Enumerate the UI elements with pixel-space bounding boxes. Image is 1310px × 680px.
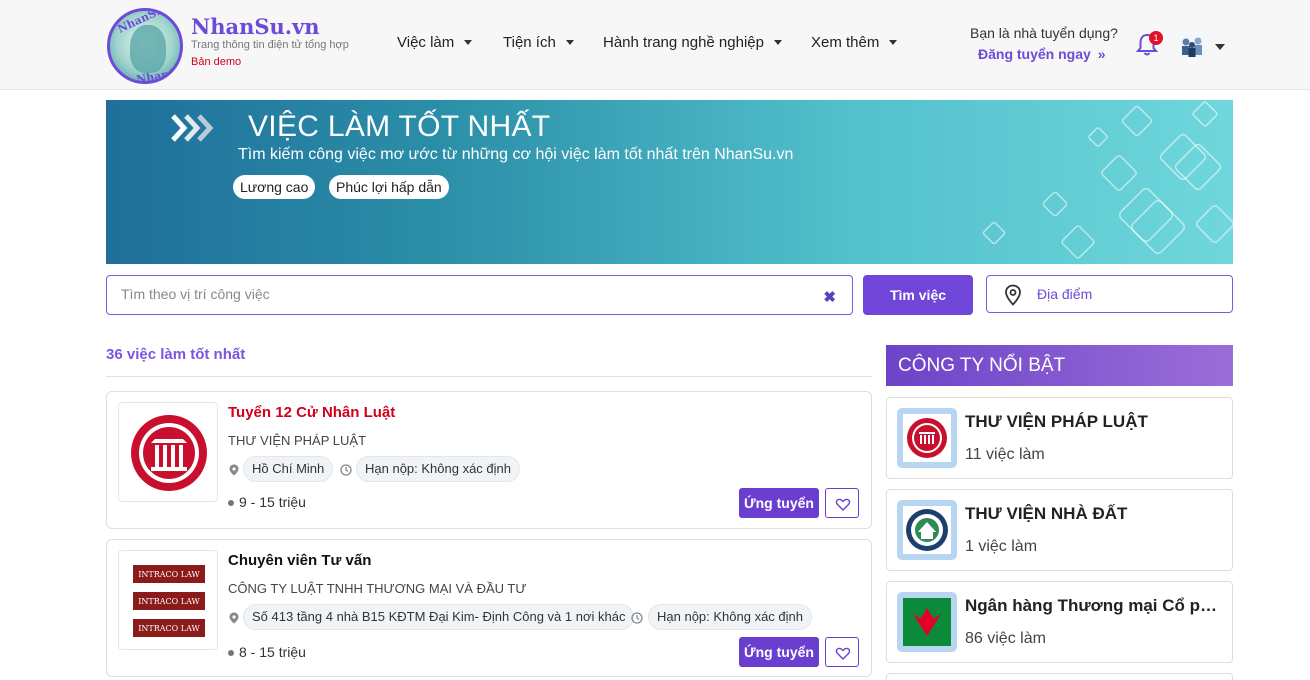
nav-label: Xem thêm <box>811 34 880 51</box>
caret-down-icon <box>464 40 473 45</box>
nav-viec-lam[interactable]: Việc làm <box>397 34 473 51</box>
nav-label: Hành trang nghề nghiệp <box>603 34 764 51</box>
banner-tag-phuc-loi[interactable]: Phúc lợi hấp dẫn <box>329 175 449 199</box>
company-name[interactable]: Ngân hàng Thương mại Cổ phần Việt Nam Th… <box>965 596 1221 616</box>
job-count-heading: 36 việc làm tốt nhất <box>106 346 246 363</box>
clock-icon <box>340 464 352 476</box>
nav-tien-ich[interactable]: Tiện ích <box>503 34 574 51</box>
clock-icon <box>631 612 643 624</box>
nav-label: Tiện ích <box>503 34 556 51</box>
divider <box>106 376 872 377</box>
bullet-icon <box>228 650 234 657</box>
thu-vien-phap-luat-logo-icon <box>907 418 947 458</box>
banner-subtitle: Tìm kiếm công việc mơ ước từ những cơ hộ… <box>238 146 794 163</box>
company-logo-frame <box>903 414 951 462</box>
thu-vien-phap-luat-logo-icon <box>131 415 207 491</box>
location-selector[interactable]: Địa điểm <box>986 275 1233 313</box>
job-deadline-chip: Hạn nộp: Không xác định <box>356 456 520 482</box>
demo-label: Bản demo <box>191 56 242 68</box>
company-logo[interactable] <box>118 402 218 502</box>
logo-face-icon <box>130 25 166 73</box>
banner-tag-luong-cao[interactable]: Lương cao <box>233 175 316 199</box>
post-job-link[interactable]: Đăng tuyển ngay » <box>978 46 1105 62</box>
post-job-label: Đăng tuyển ngay <box>978 46 1091 62</box>
apply-button[interactable]: Ứng tuyển <box>739 637 819 667</box>
save-job-button[interactable] <box>825 637 859 667</box>
featured-companies-heading: CÔNG TY NỔI BẬT <box>886 345 1233 386</box>
job-location-chip: Hồ Chí Minh <box>243 456 334 482</box>
apply-button[interactable]: Ứng tuyển <box>739 488 819 518</box>
save-job-button[interactable] <box>825 488 859 518</box>
site-header: NhanSu NhanSu NhanSu.vn Trang thông tin … <box>0 0 1310 90</box>
logo-text-1: INTRACO LAW <box>138 570 200 579</box>
job-search-box: ✖ <box>106 275 853 315</box>
company-job-count: 11 việc làm <box>965 446 1045 463</box>
company-logo[interactable] <box>897 592 957 652</box>
brand-name[interactable]: NhanSu.vn <box>191 14 320 39</box>
job-card[interactable]: Tuyển 12 Cử Nhân Luật THƯ VIỆN PHÁP LUẬT… <box>106 391 872 529</box>
job-salary-text: 9 - 15 triệu <box>239 494 306 510</box>
map-pin-icon <box>1005 284 1021 306</box>
job-title[interactable]: Tuyển 12 Cử Nhân Luật <box>228 404 395 421</box>
banner-title: VIỆC LÀM TỐT NHẤT <box>248 110 551 143</box>
job-title-text: Chuyên viên Tư vấn <box>228 552 372 569</box>
job-salary: 8 - 15 triệu <box>228 644 306 660</box>
featured-company-card[interactable] <box>886 673 1233 680</box>
account-menu-caret-icon[interactable] <box>1215 44 1225 50</box>
job-salary: 9 - 15 triệu <box>228 494 306 510</box>
caret-down-icon <box>565 40 574 45</box>
job-search-input[interactable] <box>121 286 801 302</box>
thu-vien-nha-dat-logo-icon <box>906 509 948 551</box>
job-title[interactable]: Chuyên viên Tư vấn <box>228 552 371 569</box>
heart-icon <box>835 498 851 511</box>
company-name[interactable]: THƯ VIỆN NHÀ ĐẤT <box>965 504 1221 524</box>
search-jobs-button[interactable]: Tìm việc <box>863 275 973 315</box>
company-name[interactable]: THƯ VIỆN PHÁP LUẬT <box>965 412 1221 432</box>
vpbank-logo-icon <box>903 598 951 646</box>
triple-chevron-icon <box>171 114 214 142</box>
company-job-count: 1 việc làm <box>965 538 1038 555</box>
caret-down-icon <box>889 40 898 45</box>
featured-company-card[interactable]: Ngân hàng Thương mại Cổ phần Việt Nam Th… <box>886 581 1233 663</box>
heart-icon <box>835 647 851 660</box>
nav-xem-them[interactable]: Xem thêm <box>811 34 898 51</box>
job-company[interactable]: THƯ VIỆN PHÁP LUẬT <box>228 433 366 448</box>
company-logo-frame <box>903 598 951 646</box>
job-salary-text: 8 - 15 triệu <box>239 644 306 660</box>
intraco-law-logo-icon: INTRACO LAW INTRACO LAW INTRACO LAW <box>133 565 205 637</box>
caret-down-icon <box>773 40 782 45</box>
company-logo[interactable] <box>897 408 957 468</box>
company-job-count: 86 việc làm <box>965 630 1046 647</box>
location-label: Địa điểm <box>1037 286 1093 302</box>
double-chevron-right-icon: » <box>1097 46 1106 62</box>
location-pin-icon <box>229 464 239 476</box>
notification-badge: 1 <box>1149 31 1163 45</box>
nav-label: Việc làm <box>397 34 455 51</box>
site-logo[interactable]: NhanSu NhanSu <box>107 8 183 84</box>
brand-tagline: Trang thông tin điện tử tổng hợp <box>191 39 349 51</box>
job-deadline-chip: Hạn nộp: Không xác định <box>648 604 812 630</box>
job-location-chip: Số 413 tầng 4 nhà B15 KĐTM Đại Kim- Định… <box>243 604 635 630</box>
logo-text-2: INTRACO LAW <box>138 597 200 606</box>
featured-company-card[interactable]: THƯ VIỆN NHÀ ĐẤT 1 việc làm <box>886 489 1233 571</box>
location-pin-icon <box>229 612 239 624</box>
recruiter-question: Bạn là nhà tuyển dụng? <box>970 25 1118 41</box>
clear-search-icon[interactable]: ✖ <box>823 288 836 306</box>
logo-text-3: INTRACO LAW <box>138 624 200 633</box>
user-avatar-icon[interactable] <box>1177 33 1207 59</box>
job-company[interactable]: CÔNG TY LUẬT TNHH THƯƠNG MẠI VÀ ĐẦU TƯ <box>228 581 526 596</box>
company-logo[interactable] <box>897 500 957 560</box>
nav-hanh-trang[interactable]: Hành trang nghề nghiệp <box>603 34 782 51</box>
company-logo[interactable]: INTRACO LAW INTRACO LAW INTRACO LAW <box>118 550 218 650</box>
job-title-text: Tuyển 12 Cử Nhân Luật <box>228 404 396 421</box>
job-card[interactable]: INTRACO LAW INTRACO LAW INTRACO LAW Chuy… <box>106 539 872 677</box>
bullet-icon <box>228 500 234 507</box>
company-logo-frame <box>903 506 951 554</box>
featured-company-card[interactable]: THƯ VIỆN PHÁP LUẬT 11 việc làm <box>886 397 1233 479</box>
